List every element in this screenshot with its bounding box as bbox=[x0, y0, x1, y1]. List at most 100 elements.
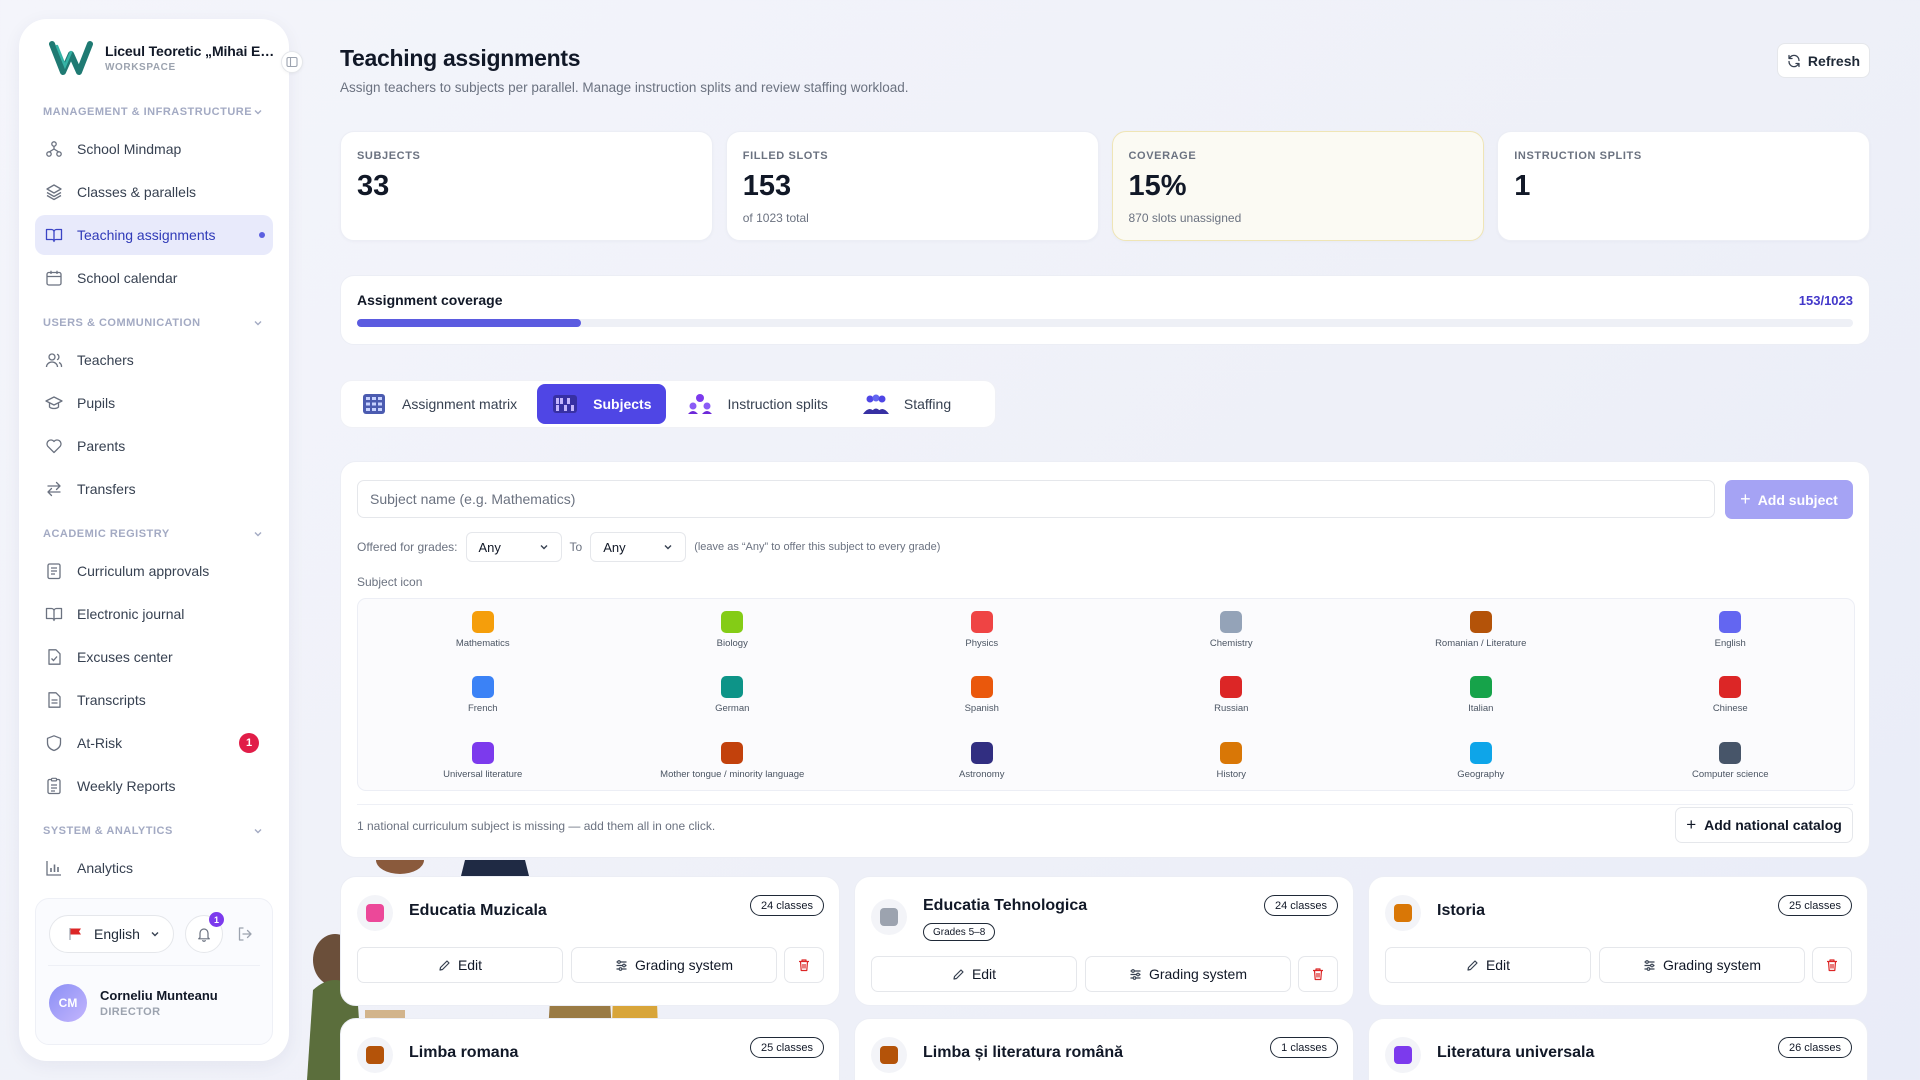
logout-icon[interactable] bbox=[236, 925, 254, 943]
user-name: Corneliu Munteanu bbox=[100, 988, 218, 1003]
subject-icon-option[interactable]: Universal literature bbox=[373, 742, 593, 798]
stat-cards: Subjects 33 Filled slots 153 of 1023 tot… bbox=[340, 131, 1870, 241]
subject-icon-option[interactable]: History bbox=[1121, 742, 1341, 798]
trash-icon bbox=[1313, 968, 1323, 981]
grading-system-button[interactable]: Grading system bbox=[1085, 956, 1291, 992]
sidebar-item-excuses-center[interactable]: Excuses center bbox=[35, 637, 273, 677]
add-national-catalog-button[interactable]: + Add national catalog bbox=[1675, 807, 1853, 843]
delete-subject-button[interactable] bbox=[1298, 956, 1338, 992]
tab-staffing[interactable]: Staffing bbox=[848, 384, 965, 424]
subject-icon-option[interactable]: Astronomy bbox=[872, 742, 1092, 798]
subject-emoji-icon bbox=[1220, 676, 1243, 698]
sidebar-item-curriculum-approvals[interactable]: Curriculum approvals bbox=[35, 551, 273, 591]
notifications-button[interactable]: 1 bbox=[185, 912, 224, 953]
grading-system-button[interactable]: Grading system bbox=[1599, 947, 1805, 983]
grade-from-select[interactable]: Any bbox=[465, 532, 562, 562]
section-users[interactable]: Users & Communication bbox=[35, 308, 273, 338]
sidebar-item-weekly-reports[interactable]: Weekly Reports bbox=[35, 766, 273, 806]
subject-icon-label: Spanish bbox=[964, 703, 999, 714]
subject-name-input[interactable] bbox=[357, 480, 1715, 518]
subject-icon-option[interactable]: Chinese bbox=[1620, 676, 1840, 732]
stat-value: 153 bbox=[742, 170, 792, 202]
sidebar-item-transfers[interactable]: Transfers bbox=[35, 469, 273, 509]
subject-icon-option[interactable]: Mother tongue / minority language bbox=[622, 742, 842, 798]
sidebar-item-teaching-assignments[interactable]: Teaching assignments bbox=[35, 215, 273, 255]
user-panel: English 1 CM Corneliu Munteanu DIRECTOR bbox=[35, 898, 273, 1045]
class-count-badge: 24 classes bbox=[750, 895, 824, 916]
subject-icon-option[interactable]: Italian bbox=[1371, 676, 1591, 732]
sidebar-item-parents[interactable]: Parents bbox=[35, 426, 273, 466]
subject-icon-picker: Mathematics Biology Physics Chemistry Romani… bbox=[357, 598, 1855, 791]
subject-emoji-icon bbox=[1719, 742, 1742, 764]
sidebar-item-analytics[interactable]: Analytics bbox=[35, 848, 273, 888]
subject-icon-label: Mother tongue / minority language bbox=[660, 769, 805, 780]
sidebar-item-transcripts[interactable]: Transcripts bbox=[35, 680, 273, 720]
sidebar-item-classes-parallels[interactable]: Classes & parallels bbox=[35, 172, 273, 212]
grades-row: Offered for grades: Any To Any (leave as… bbox=[357, 531, 940, 563]
subject-icon-option[interactable]: French bbox=[373, 676, 593, 732]
subject-icon-option[interactable]: Computer science bbox=[1620, 742, 1840, 798]
sidebar-item-teachers[interactable]: Teachers bbox=[35, 340, 273, 380]
sidebar-item-school-calendar[interactable]: School calendar bbox=[35, 258, 273, 298]
stat-card-coverage: Coverage 15% 870 slots unassigned bbox=[1111, 131, 1485, 241]
stat-card-instruction-splits: Instruction splits 1 bbox=[1497, 131, 1870, 241]
subject-icon-option[interactable]: Mathematics bbox=[373, 611, 593, 667]
subject-name: Educatia Tehnologica bbox=[923, 897, 1088, 914]
subject-icon-option[interactable]: Geography bbox=[1371, 742, 1591, 798]
edit-subject-button[interactable]: Edit bbox=[1385, 947, 1591, 983]
sidebar-item-school-mindmap[interactable]: School Mindmap bbox=[35, 129, 273, 169]
avatar[interactable]: CM bbox=[49, 984, 87, 1022]
subject-icon-option[interactable]: Spanish bbox=[872, 676, 1092, 732]
sidebar-item-at-risk[interactable]: At-Risk 1 bbox=[35, 723, 273, 763]
delete-subject-button[interactable] bbox=[784, 947, 824, 983]
section-management[interactable]: Management & Infrastructure bbox=[35, 97, 273, 127]
assignment-coverage-card: Assignment coverage 153/1023 bbox=[340, 275, 1870, 345]
subject-icon-option[interactable]: English bbox=[1620, 611, 1840, 667]
delete-subject-button[interactable] bbox=[1812, 947, 1852, 983]
tab-bar: Assignment matrix Subjects Instruction s… bbox=[340, 380, 996, 428]
refresh-button[interactable]: Refresh bbox=[1777, 43, 1870, 78]
subject-icon-label: Biology bbox=[716, 638, 748, 649]
edit-subject-button[interactable]: Edit bbox=[357, 947, 563, 983]
subject-icon-option[interactable]: Physics bbox=[872, 611, 1092, 667]
subject-icon-option[interactable]: Romanian / Literature bbox=[1371, 611, 1591, 667]
edit-subject-button[interactable]: Edit bbox=[871, 956, 1077, 992]
add-subject-button[interactable]: + Add subject bbox=[1725, 480, 1853, 519]
user-role: DIRECTOR bbox=[100, 1006, 161, 1018]
sliders-icon bbox=[1130, 968, 1141, 980]
brand[interactable]: Liceul Teoretic „Mihai Emine... WORKSPAC… bbox=[35, 35, 303, 81]
section-academic[interactable]: Academic Registry bbox=[35, 519, 273, 549]
subject-icon-option[interactable]: Russian bbox=[1121, 676, 1341, 732]
subject-icon-option[interactable]: Chemistry bbox=[1121, 611, 1341, 667]
subject-card: Educatia Tehnologica 24 classes Grades 5–8… bbox=[854, 876, 1354, 1006]
subject-emoji-icon bbox=[880, 1046, 898, 1064]
class-count-badge: 26 classes bbox=[1778, 1037, 1852, 1058]
page-title: Teaching assignments bbox=[340, 45, 581, 71]
subject-icon-option[interactable]: German bbox=[622, 676, 842, 732]
section-system[interactable]: System & Analytics bbox=[35, 816, 273, 846]
sidebar-item-pupils[interactable]: Pupils bbox=[35, 383, 273, 423]
sidebar-collapse-button[interactable] bbox=[281, 51, 303, 73]
subject-emoji-icon bbox=[471, 676, 494, 698]
users-icon bbox=[45, 353, 63, 368]
grading-system-button[interactable]: Grading system bbox=[571, 947, 777, 983]
subject-icon bbox=[1385, 1037, 1421, 1073]
language-selector[interactable]: English bbox=[49, 915, 174, 953]
divider bbox=[48, 965, 260, 966]
chevron-down-icon bbox=[254, 532, 262, 537]
tab-instruction-splits[interactable]: Instruction splits bbox=[672, 384, 842, 424]
subject-name: Educatia Muzicala bbox=[409, 902, 547, 919]
chevron-down-icon bbox=[664, 545, 672, 550]
class-count-badge: 25 classes bbox=[750, 1037, 824, 1058]
brand-name: Liceul Teoretic „Mihai Emine... bbox=[105, 43, 285, 59]
plus-icon: + bbox=[1740, 489, 1751, 509]
grade-to-select[interactable]: Any bbox=[590, 532, 687, 562]
tab-assignment-matrix[interactable]: Assignment matrix bbox=[346, 384, 531, 424]
subject-icon-label: Astronomy bbox=[959, 769, 1005, 780]
tab-subjects[interactable]: Subjects bbox=[537, 384, 666, 424]
subject-emoji-icon bbox=[1394, 904, 1412, 922]
subject-card: Limba și literatura română 1 classes bbox=[854, 1018, 1354, 1080]
sidebar-item-electronic-journal[interactable]: Electronic journal bbox=[35, 594, 273, 634]
subject-icon-option[interactable]: Biology bbox=[622, 611, 842, 667]
staff-group-icon bbox=[862, 394, 889, 414]
